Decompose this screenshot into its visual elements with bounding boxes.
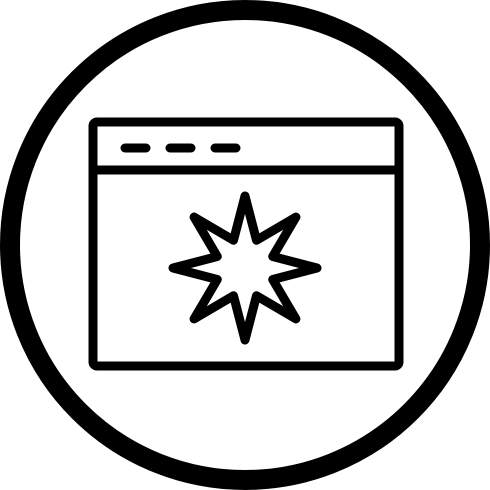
outer-circle [0,0,490,490]
icon-canvas [0,0,490,490]
browser-window-starburst-icon [0,0,490,490]
starburst-icon [168,191,322,345]
